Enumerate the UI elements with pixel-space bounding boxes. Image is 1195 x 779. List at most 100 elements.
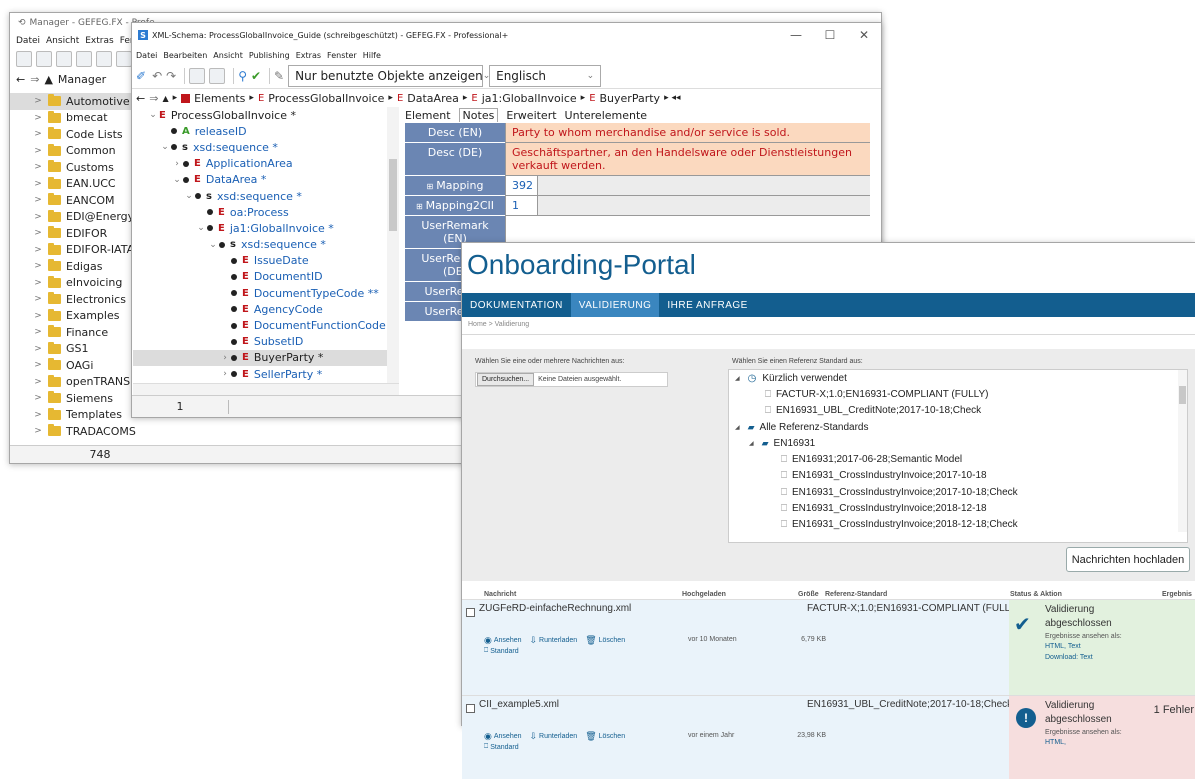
nav-dokumentation[interactable]: DOKUMENTATION <box>462 293 571 317</box>
refresh-icon[interactable] <box>36 51 52 67</box>
download-link[interactable]: Download: Text <box>1045 654 1093 661</box>
results-links[interactable]: HTML, Text <box>1045 643 1081 650</box>
brush-icon[interactable]: ✐ <box>136 69 146 83</box>
folder-item[interactable]: > EANCOM <box>10 192 136 209</box>
folder-item[interactable]: > Common <box>10 143 136 160</box>
view-link[interactable]: ◉ Ansehen <box>484 635 522 646</box>
property-value[interactable]: 1 <box>505 196 537 216</box>
redo-icon[interactable]: ↷ <box>166 69 176 83</box>
menu-item[interactable]: Extras <box>296 51 321 60</box>
row-checkbox[interactable] <box>466 704 475 713</box>
undo-icon[interactable]: ↶ <box>152 69 162 83</box>
menu-item[interactable]: Ansicht <box>213 51 243 60</box>
maximize-icon[interactable]: ☐ <box>813 28 847 42</box>
tree-node[interactable]: E DocumentTypeCode ** <box>133 285 398 301</box>
expand-icon[interactable]: ⊞ <box>416 202 423 211</box>
tab-element[interactable]: Element <box>405 109 451 122</box>
chevron-right-icon[interactable]: > <box>32 212 44 222</box>
chevron-right-icon[interactable]: > <box>32 393 44 403</box>
chevron-down-icon[interactable]: ⌄ <box>159 142 171 152</box>
standard-link[interactable]: ⎕ Standard <box>484 647 519 655</box>
menu-item[interactable]: Publishing <box>249 51 290 60</box>
ref-item[interactable]: ⎕ EN16931_CrossIndustryInvoice;2017-10-18… <box>729 484 1187 500</box>
ref-item[interactable]: ⎕ EN16931_CrossIndustryInvoice;2018-12-18 <box>729 500 1187 516</box>
chevron-right-icon[interactable]: > <box>32 311 44 321</box>
tree-node[interactable]: ⌄ E ProcessGlobalInvoice * <box>133 107 398 123</box>
grid-icon[interactable] <box>16 51 32 67</box>
tree-node[interactable]: ⌄ s xsd:sequence * <box>133 188 398 204</box>
chevron-right-icon[interactable]: > <box>32 261 44 271</box>
back-icon[interactable]: ← <box>16 73 25 86</box>
forward-icon[interactable]: ⇒ <box>30 73 39 86</box>
tab-unterelemente[interactable]: Unterelemente <box>565 109 648 122</box>
expand-icon[interactable]: ⊞ <box>427 182 434 191</box>
ref-item[interactable]: ⎕ EN16931_UBL_CreditNote;2017-10-18;Check <box>729 403 1187 419</box>
chevron-right-icon[interactable]: > <box>32 96 44 106</box>
nav-ihre-anfrage[interactable]: IHRE ANFRAGE <box>659 293 755 317</box>
breadcrumb-more-icon[interactable]: ▸ ◂◂ <box>664 93 680 103</box>
chevron-right-icon[interactable]: > <box>32 162 44 172</box>
chevron-down-icon[interactable]: ⌄ <box>195 223 207 233</box>
ref-group-recent[interactable]: ◢ ◷ Kürzlich verwendet <box>729 370 1187 386</box>
menu-item[interactable]: Hilfe <box>363 51 381 60</box>
tools-icon[interactable] <box>56 51 72 67</box>
file-input[interactable]: Durchsuchen... Keine Dateien ausgewählt. <box>475 372 668 387</box>
folder-item[interactable]: > Edigas <box>10 258 136 275</box>
folder-item[interactable]: > Templates <box>10 407 136 424</box>
folder-item[interactable]: > EAN.UCC <box>10 176 136 193</box>
tree-node[interactable]: ⌄ E DataArea * <box>133 172 398 188</box>
chevron-right-icon[interactable]: > <box>32 179 44 189</box>
chevron-right-icon[interactable]: > <box>32 195 44 205</box>
menu-item[interactable]: Datei <box>16 36 40 46</box>
language-combo[interactable]: Englisch ⌄ <box>489 64 602 87</box>
tree-node[interactable]: › E BuyerParty * <box>133 349 398 366</box>
breadcrumb-item[interactable]: ja1:GlobalInvoice <box>482 92 577 105</box>
menu-item[interactable]: Ansicht <box>46 36 79 46</box>
chevron-right-icon[interactable]: > <box>32 327 44 337</box>
check-icon[interactable]: ✔ <box>251 69 261 83</box>
tree-scrollbar[interactable] <box>387 107 399 383</box>
ref-group-all[interactable]: ◢ ▰ Alle Referenz-Standards <box>729 419 1187 435</box>
chevron-right-icon[interactable]: > <box>32 410 44 420</box>
delete-link[interactable]: 🗑 Löschen <box>585 635 625 646</box>
tree-node[interactable]: E DocumentID <box>133 269 398 285</box>
up-icon[interactable]: ▲ <box>162 94 168 103</box>
folder-item[interactable]: > OAGi <box>10 357 136 374</box>
up-icon[interactable]: ▲ <box>44 73 52 86</box>
tree-hscrollbar[interactable] <box>133 383 399 395</box>
forward-icon[interactable]: ⇒ <box>149 92 158 105</box>
browse-button[interactable]: Durchsuchen... <box>477 373 535 386</box>
settings-icon[interactable] <box>116 51 132 67</box>
collapse-icon[interactable]: ◢ <box>735 375 740 382</box>
ref-list-scrollbar[interactable] <box>1178 370 1187 532</box>
nav-validierung[interactable]: VALIDIERUNG <box>570 293 660 317</box>
chevron-right-icon[interactable]: > <box>32 113 44 123</box>
tree-node[interactable]: E IssueDate <box>133 253 398 269</box>
ref-group-en16931[interactable]: ◢ ▰ EN16931 <box>729 435 1187 451</box>
folder-item[interactable]: > Electronics <box>10 291 136 308</box>
folder-item[interactable]: > bmecat <box>10 110 136 127</box>
chevron-down-icon[interactable]: ⌄ <box>147 110 159 120</box>
tree-node[interactable]: AreleaseID <box>133 123 398 139</box>
standard-link[interactable]: ⎕ Standard <box>484 743 519 751</box>
folder-item[interactable]: > Siemens <box>10 390 136 407</box>
ref-item[interactable]: ⎕ FACTUR-X;1.0;EN16931-COMPLIANT (FULLY) <box>729 386 1187 402</box>
tree-node[interactable]: E AgencyCode <box>133 301 398 317</box>
delete-link[interactable]: 🗑 Löschen <box>585 731 625 742</box>
tree-node[interactable]: Eoa:Process <box>133 204 398 220</box>
folder-item[interactable]: > eInvoicing <box>10 275 136 292</box>
tree-node[interactable]: ⌄ s xsd:sequence * <box>133 237 398 253</box>
folder-item[interactable]: > openTRANS <box>10 374 136 391</box>
folder-item[interactable]: > EDI@Energy <box>10 209 136 226</box>
chevron-right-icon[interactable]: › <box>219 353 231 363</box>
folder-item[interactable]: > TRADACOMS <box>10 423 136 438</box>
chevron-right-icon[interactable]: > <box>32 377 44 387</box>
find-icon[interactable]: ⚲ <box>238 69 247 83</box>
save-icon[interactable] <box>76 51 92 67</box>
ref-item[interactable]: ⎕ EN16931_CrossIndustryInvoice;2017-10-18 <box>729 468 1187 484</box>
tree-node[interactable]: ⌄ s xsd:sequence * <box>133 139 398 155</box>
breadcrumb-item[interactable]: Elements <box>194 92 245 105</box>
breadcrumb-item[interactable]: BuyerParty <box>600 92 661 105</box>
menu-item[interactable]: Fenster <box>327 51 357 60</box>
folder-item[interactable]: > Automotive <box>10 93 136 110</box>
